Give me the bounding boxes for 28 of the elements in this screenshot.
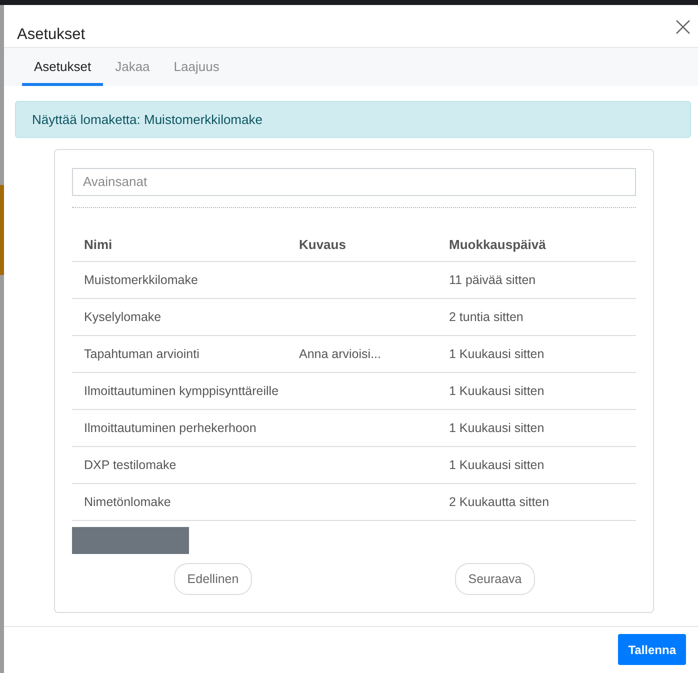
name-cell: Ilmoittautuminen perhekerhoon <box>84 421 256 435</box>
name-cell: Muistomerkkilomake <box>84 273 198 287</box>
name-cell: Tapahtuman arviointi <box>84 347 200 361</box>
dialog-title: Asetukset <box>17 25 86 45</box>
info-alert: Näyttää lomaketta: Muistomerkkilomake <box>15 100 691 138</box>
date-cell: 1 Kuukausi sitten <box>449 384 544 398</box>
description-cell: Anna arvioisi... <box>299 347 381 361</box>
date-cell: 1 Kuukausi sitten <box>449 421 544 435</box>
tab[interactable]: Jakaa <box>103 48 162 86</box>
date-cell: 1 Kuukausi sitten <box>449 347 544 361</box>
column-header: Kuvaus <box>287 228 437 262</box>
name-cell: DXP testilomake <box>84 458 176 472</box>
name-cell: Ilmoittautuminen kymppisynttäreille <box>84 384 279 398</box>
name-cell: Nimetönlomake <box>84 495 171 509</box>
tab[interactable]: Asetukset <box>22 48 104 86</box>
close-icon[interactable] <box>676 20 690 34</box>
previous-button[interactable]: Edellinen <box>174 563 252 595</box>
date-cell: 2 tuntia sitten <box>449 310 524 324</box>
date-cell: 2 Kuukautta sitten <box>449 495 550 509</box>
date-cell: 11 päivää sitten <box>449 273 536 287</box>
date-cell: 1 Kuukausi sitten <box>449 458 544 472</box>
save-button[interactable]: Tallenna <box>618 634 686 665</box>
column-header: Nimi <box>72 228 287 262</box>
tab[interactable]: Laajuus <box>162 48 232 86</box>
column-header: Muokkauspäivä <box>437 228 636 262</box>
search-field[interactable]: Avainsanat <box>72 168 636 196</box>
next-button[interactable]: Seuraava <box>455 563 535 595</box>
name-cell: Kyselylomake <box>84 310 162 324</box>
